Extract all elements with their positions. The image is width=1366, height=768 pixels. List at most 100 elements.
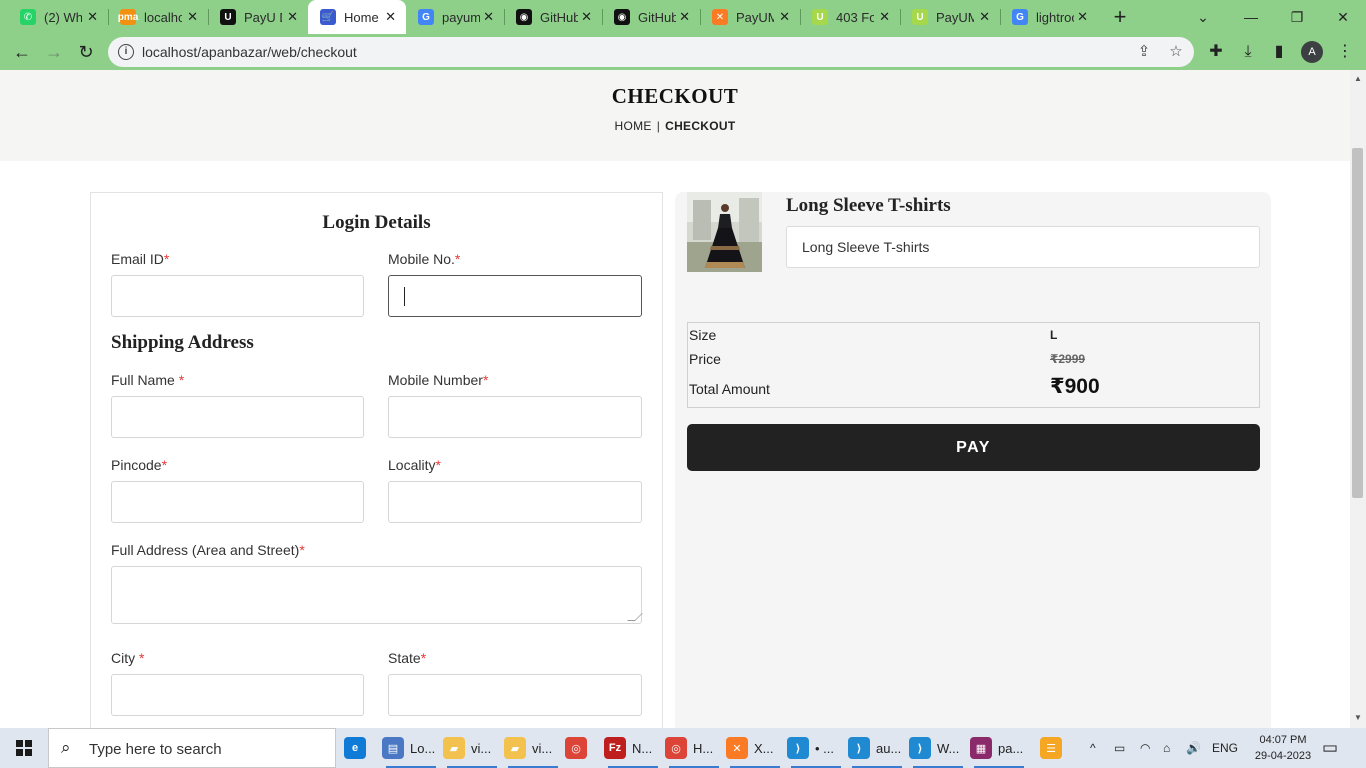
taskbar-app[interactable]: ▤ Lo...	[382, 728, 440, 768]
pay-button[interactable]: PAY	[687, 424, 1260, 471]
browser-tab[interactable]: pma localhost / phpMyAdmin ✕	[108, 0, 208, 34]
profile-avatar[interactable]: A	[1301, 41, 1323, 63]
total-amount-label: Total Amount	[689, 381, 770, 397]
resize-grip-icon[interactable]	[627, 613, 643, 621]
browser-tab[interactable]: 🛒 Home ✕	[308, 0, 406, 34]
taskbar-app[interactable]: ⟩ W...	[909, 728, 967, 768]
browser-tab[interactable]: ✆ (2) WhatsApp ✕	[8, 0, 108, 34]
browser-tab[interactable]: Gpayumoney - Google Search✕	[406, 0, 504, 34]
tab-close-icon[interactable]: ✕	[879, 9, 890, 25]
extensions-puzzle-icon[interactable]: ✚	[1205, 41, 1227, 63]
site-info-icon[interactable]: i	[118, 44, 134, 60]
browser-tab-bar: ✆ (2) WhatsApp ✕ pma localhost / phpMyAdmin ✕…	[0, 0, 1366, 34]
restore-button[interactable]: ❐	[1274, 4, 1320, 30]
tab-search-icon[interactable]: ⌄	[1180, 4, 1226, 30]
tab-separator	[800, 9, 801, 25]
language-indicator[interactable]: ENG	[1212, 728, 1238, 768]
browser-tab[interactable]: ◉ GitHub ✕	[504, 0, 602, 34]
taskbar-app[interactable]: Fz N...	[604, 728, 662, 768]
tab-close-icon[interactable]: ✕	[287, 9, 298, 25]
tab-close-icon[interactable]: ✕	[679, 9, 690, 25]
minimize-button[interactable]: —	[1228, 4, 1274, 30]
payu-icon: U	[220, 9, 236, 25]
taskbar-search-box[interactable]: ⌕ Type here to search	[48, 728, 336, 768]
pincode-input[interactable]	[111, 481, 364, 523]
start-button[interactable]	[0, 728, 48, 768]
locality-input[interactable]	[388, 481, 642, 523]
browser-tab[interactable]: U PayUMoney ✕	[900, 0, 1000, 34]
full-name-input[interactable]	[111, 396, 364, 438]
order-summary-card: Long Sleeve T-shirts Long Sleeve T-shirt…	[675, 192, 1271, 728]
close-window-button[interactable]: ✕	[1320, 4, 1366, 30]
tab-close-icon[interactable]: ✕	[483, 9, 494, 25]
scrollbar-thumb[interactable]	[1352, 148, 1363, 498]
tab-close-icon[interactable]: ✕	[385, 9, 396, 25]
network-icon[interactable]: ⌂	[1163, 728, 1170, 768]
volume-icon[interactable]: 🔊	[1186, 728, 1201, 768]
show-hidden-icons-icon[interactable]: ^	[1090, 728, 1096, 768]
browser-menu-icon[interactable]: ⋮	[1334, 41, 1356, 63]
taskbar-app-label: N...	[632, 740, 653, 756]
wifi-icon[interactable]: ◠	[1140, 728, 1150, 768]
tab-close-icon[interactable]: ✕	[1077, 9, 1088, 25]
download-icon[interactable]: ⤓	[1237, 41, 1259, 63]
back-icon[interactable]: ←	[10, 40, 34, 64]
browser-tab[interactable]: Glightroom - Google Search✕	[1000, 0, 1098, 34]
battery-icon[interactable]: ▭	[1114, 728, 1125, 768]
tab-close-icon[interactable]: ✕	[87, 9, 98, 25]
page-scrollbar[interactable]: ▲ ▼	[1350, 70, 1366, 728]
size-value: L	[1050, 328, 1058, 342]
full-address-textarea[interactable]	[111, 566, 643, 624]
order-details-table: Size L Price ₹2999 Total Amount ₹900	[687, 322, 1260, 408]
mobile-no-input[interactable]	[388, 275, 642, 317]
bookmark-star-icon[interactable]: ☆	[1166, 42, 1186, 62]
vscode-icon: ⟩	[848, 737, 870, 759]
breadcrumb-home-link[interactable]: HOME	[614, 119, 651, 133]
taskbar-app[interactable]: ☰	[1040, 728, 1076, 768]
side-panel-icon[interactable]: ▮	[1268, 41, 1290, 63]
chrome-profile-icon: ◎	[665, 737, 687, 759]
scroll-down-arrow-icon[interactable]: ▼	[1354, 713, 1362, 722]
taskbar-app[interactable]: ⟩ • ...	[787, 728, 845, 768]
breadcrumb-separator: |	[656, 119, 661, 133]
tab-close-icon[interactable]: ✕	[979, 9, 990, 25]
taskbar-app[interactable]: ◎ H...	[665, 728, 723, 768]
city-input[interactable]	[111, 674, 364, 716]
taskbar-app[interactable]: e	[344, 728, 380, 768]
browser-tab[interactable]: ✕ PayUMoney ✕	[700, 0, 800, 34]
reload-icon[interactable]: ↻	[74, 40, 98, 64]
full-name-label: Full Name *	[111, 372, 185, 388]
new-tab-button[interactable]: +	[1108, 4, 1132, 30]
browser-tab[interactable]: ◉ GitHub ✕	[602, 0, 700, 34]
email-input[interactable]	[111, 275, 364, 317]
taskbar-app[interactable]: ▰ vi...	[443, 728, 501, 768]
scroll-up-arrow-icon[interactable]: ▲	[1354, 74, 1362, 83]
tab-title: lightroom - Google Search	[1036, 9, 1074, 25]
tab-title: GitHub	[540, 9, 578, 25]
browser-tab[interactable]: U 403 Forbidden ✕	[800, 0, 900, 34]
taskbar-app[interactable]: ▰ vi...	[504, 728, 562, 768]
taskbar-app[interactable]: ◎	[565, 728, 601, 768]
tab-close-icon[interactable]: ✕	[779, 9, 790, 25]
mobile-number-input[interactable]	[388, 396, 642, 438]
upwork-icon: U	[912, 9, 928, 25]
tab-close-icon[interactable]: ✕	[581, 9, 592, 25]
phpmyadmin-icon: pma	[118, 9, 138, 25]
browser-tab[interactable]: U PayU Dashboard ✕	[208, 0, 308, 34]
forward-icon[interactable]: →	[42, 40, 66, 64]
system-clock[interactable]: 04:07 PM 29-04-2023	[1248, 732, 1318, 764]
edge-icon: e	[344, 737, 366, 759]
product-name-field: Long Sleeve T-shirts	[786, 226, 1260, 268]
taskbar-app[interactable]: ⟩ au...	[848, 728, 906, 768]
weather-icon: ☰	[1040, 737, 1062, 759]
share-icon[interactable]: ⇪	[1134, 42, 1154, 62]
state-input[interactable]	[388, 674, 642, 716]
page-header: CHECKOUT HOME | CHECKOUT	[0, 70, 1350, 161]
taskbar-app-label: vi...	[471, 740, 492, 756]
taskbar-app[interactable]: ✕ X...	[726, 728, 784, 768]
taskbar-app[interactable]: ▦ pa...	[970, 728, 1028, 768]
tab-title: (2) WhatsApp	[44, 9, 82, 25]
tab-close-icon[interactable]: ✕	[187, 9, 198, 25]
notification-center-icon[interactable]: ▭	[1322, 738, 1338, 758]
address-bar[interactable]: i localhost/apanbazar/web/checkout ⇪ ☆	[108, 37, 1194, 67]
